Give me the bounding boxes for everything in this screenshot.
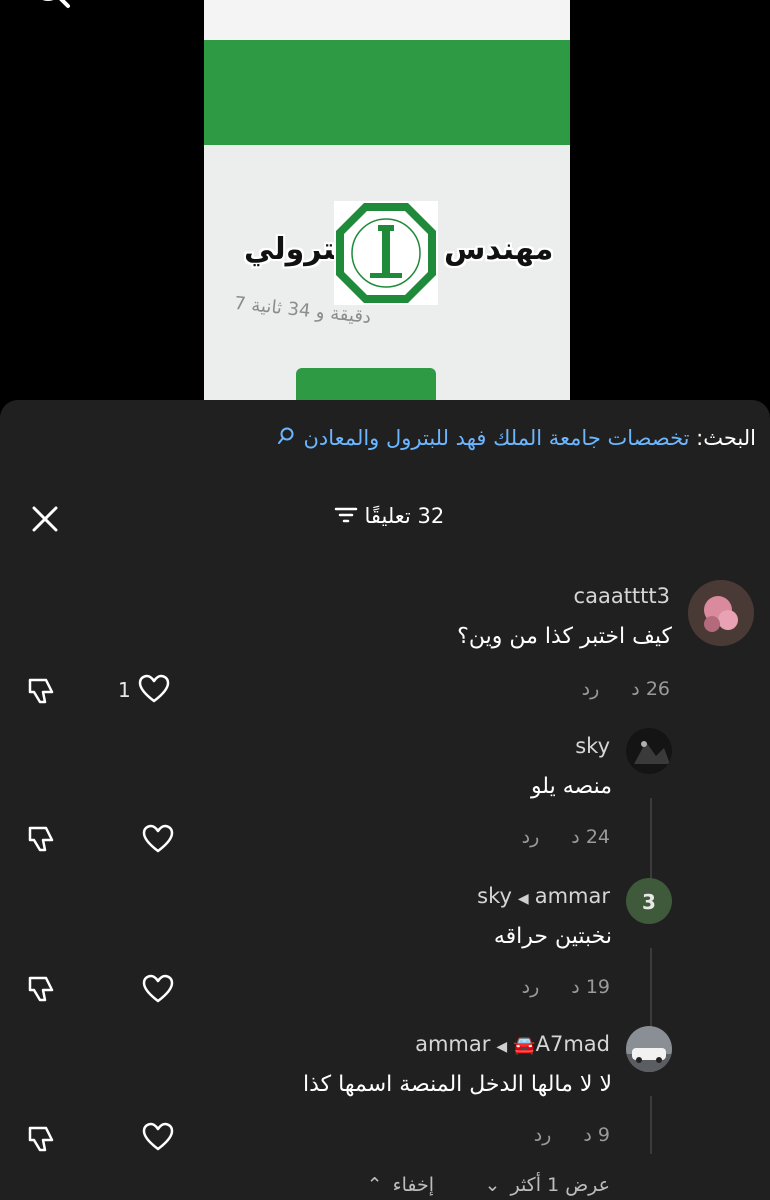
comment-reply-to[interactable]: sky <box>477 884 512 908</box>
svg-text:3: 3 <box>642 890 656 914</box>
reply-item: ammar ◀ 🚘A7mad لا لا مالها الدخل المنصة اس… <box>0 1026 770 1166</box>
view-more-replies[interactable]: عرض 1 أكثر ⌄ <box>485 1174 611 1196</box>
reply-item: sky منصه يلو 24 د رد <box>0 728 770 868</box>
view-more-label[interactable]: عرض 1 أكثر <box>510 1174 610 1196</box>
comment-time: 24 د <box>571 826 610 848</box>
hide-label[interactable]: إخفاء <box>393 1174 434 1196</box>
comment-meta: 26 د رد <box>582 678 670 700</box>
like-count: 1 <box>118 678 131 702</box>
like-heart-icon[interactable] <box>142 1122 174 1152</box>
comment-username[interactable]: ammar <box>535 884 610 908</box>
comment-username[interactable]: caaatttt3 <box>574 584 670 608</box>
search-suggestion[interactable]: البحث: تخصصات جامعة الملك فهد للبترول وا… <box>277 426 756 451</box>
reply-button[interactable]: رد <box>582 678 600 700</box>
avatar[interactable]: 3 <box>626 878 672 924</box>
filter-icon[interactable] <box>334 505 358 530</box>
comment-username[interactable]: A7mad <box>536 1032 610 1056</box>
video-green-band <box>204 40 570 145</box>
dislike-icon[interactable] <box>24 972 56 1004</box>
reply-item: 3 sky ◀ ammar نخبتين حراقه 19 د رد <box>0 878 770 1018</box>
comment-text: منصه يلو <box>530 774 612 799</box>
comment-meta: 24 د رد <box>522 826 610 848</box>
avatar[interactable] <box>688 580 754 646</box>
like-heart-icon[interactable] <box>142 974 174 1004</box>
comment-reply-to[interactable]: ammar <box>415 1032 490 1056</box>
comment-meta: 9 د رد <box>534 1124 610 1146</box>
reply-button[interactable]: رد <box>522 976 540 998</box>
comment-time: 26 د <box>631 678 670 700</box>
video-overlay-left: بترولي <box>244 232 347 267</box>
like-heart-icon[interactable] <box>142 824 174 854</box>
search-small-icon <box>277 426 295 451</box>
video-top-strip <box>204 0 570 40</box>
comment-time: 19 د <box>571 976 610 998</box>
comment-username[interactable]: sky <box>575 734 610 758</box>
comment-username-line: ammar ◀ 🚘A7mad <box>415 1032 610 1056</box>
comment-meta: 19 د رد <box>522 976 610 998</box>
hide-replies[interactable]: إخفاء ⌃ <box>367 1174 434 1196</box>
comment-text: لا لا مالها الدخل المنصة اسمها كذا <box>303 1072 612 1097</box>
comment-text: كيف اختبر كذا من وين؟ <box>457 624 672 649</box>
avatar[interactable] <box>626 728 672 774</box>
reply-arrow-icon: ◀ <box>517 891 529 907</box>
comment-count-header: 32 تعليقًا <box>0 504 770 530</box>
chevron-up-icon: ⌃ <box>366 1174 383 1196</box>
video-player[interactable]: 7 دقيقة و 34 ثانية بترولي مهندس <box>0 0 770 410</box>
search-label: البحث: <box>696 426 756 450</box>
video-overlay-right: مهندس <box>444 232 554 267</box>
comment-count: 32 تعليقًا <box>364 504 445 528</box>
comment-time: 9 د <box>583 1124 610 1146</box>
dislike-icon[interactable] <box>24 674 56 706</box>
comment-text: نخبتين حراقه <box>493 924 612 949</box>
dislike-icon[interactable] <box>24 1122 56 1154</box>
reply-arrow-icon: ◀ <box>496 1039 508 1055</box>
car-emoji-icon: 🚘 <box>513 1035 536 1056</box>
avatar[interactable] <box>626 1026 672 1072</box>
dislike-icon[interactable] <box>24 822 56 854</box>
comments-sheet: البحث: تخصصات جامعة الملك فهد للبترول وا… <box>0 400 770 1200</box>
search-icon[interactable] <box>28 0 76 14</box>
comment-username-line: sky ◀ ammar <box>477 884 610 908</box>
like-heart-icon[interactable] <box>138 674 170 704</box>
chevron-down-icon: ⌄ <box>484 1174 501 1196</box>
comment-item: caaatttt3 كيف اختبر كذا من وين؟ 26 د رد … <box>0 578 770 718</box>
reply-button[interactable]: رد <box>534 1124 552 1146</box>
search-query-link[interactable]: تخصصات جامعة الملك فهد للبترول والمعادن <box>304 426 690 450</box>
reply-button[interactable]: رد <box>522 826 540 848</box>
university-logo <box>334 201 438 305</box>
